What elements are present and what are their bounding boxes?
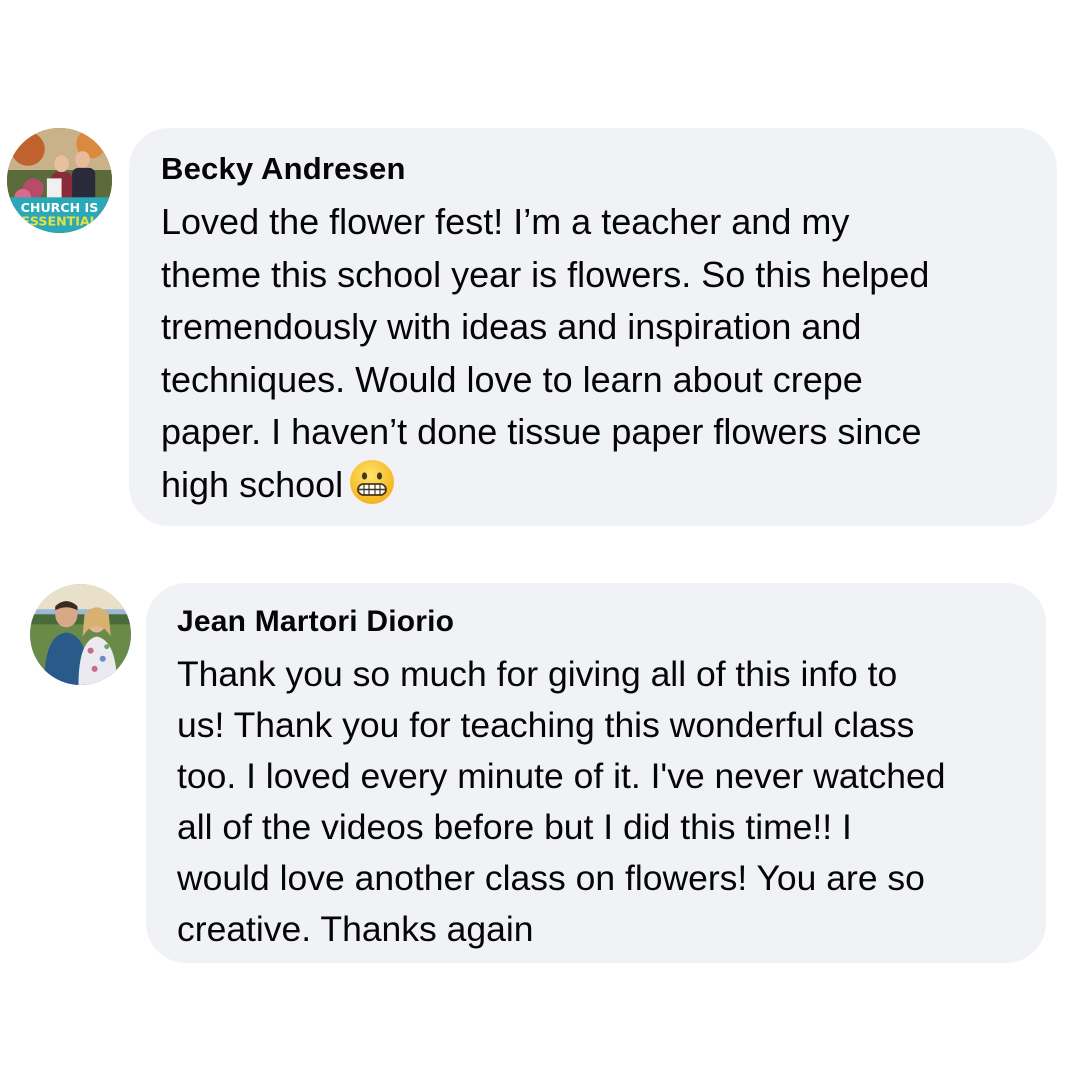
- comment-body: Loved the flower fest! I’m a teacher and…: [161, 201, 930, 505]
- comment-bubble[interactable]: Jean Martori Diorio Thank you so much fo…: [146, 583, 1046, 963]
- svg-text:ESSENTIAL: ESSENTIAL: [21, 214, 97, 229]
- avatar[interactable]: CHURCH IS ESSENTIAL: [7, 128, 112, 233]
- profile-photo-icon: CHURCH IS ESSENTIAL: [7, 128, 112, 233]
- avatar[interactable]: [30, 584, 131, 685]
- author-name[interactable]: Jean Martori Diorio: [177, 603, 1020, 641]
- author-name[interactable]: Becky Andresen: [161, 150, 1027, 188]
- comment-bubble[interactable]: Becky Andresen Loved the flower fest! I’…: [129, 128, 1057, 526]
- comment-body: Thank you so much for giving all of this…: [177, 654, 946, 949]
- comment-text: Loved the flower fest! I’m a teacher and…: [161, 196, 1027, 511]
- profile-photo-icon: [30, 584, 131, 685]
- grimacing-face-emoji-icon: [349, 459, 395, 505]
